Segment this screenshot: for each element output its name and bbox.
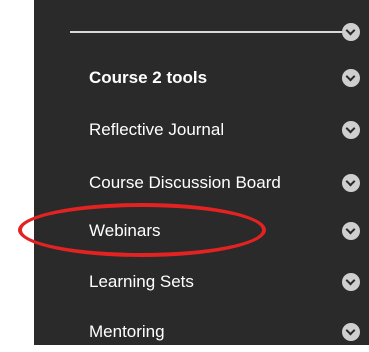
chevron-down-icon[interactable] bbox=[342, 273, 360, 291]
menu-item-course-discussion-board[interactable]: Course Discussion Board bbox=[0, 163, 369, 203]
chevron-down-icon[interactable] bbox=[342, 222, 360, 240]
chevron-down-icon[interactable] bbox=[342, 121, 360, 139]
menu-item-reflective-journal[interactable]: Reflective Journal bbox=[0, 110, 369, 150]
menu-item-learning-sets[interactable]: Learning Sets bbox=[0, 262, 369, 302]
menu-item-label: Webinars bbox=[89, 221, 161, 240]
menu-item-label: Learning Sets bbox=[89, 272, 194, 291]
menu-item-label: Reflective Journal bbox=[89, 120, 225, 139]
menu-item-course-2-tools[interactable]: Course 2 tools bbox=[0, 58, 369, 98]
menu-item-label: Mentoring bbox=[89, 322, 165, 341]
chevron-down-icon[interactable] bbox=[342, 69, 360, 87]
menu-item-label: Course 2 tools bbox=[89, 68, 208, 87]
menu-item-mentoring[interactable]: Mentoring bbox=[0, 312, 369, 352]
chevron-down-icon[interactable] bbox=[342, 174, 360, 192]
collapse-chevron-icon[interactable] bbox=[342, 23, 360, 41]
menu-divider bbox=[70, 31, 342, 33]
menu-item-label: Course Discussion Board bbox=[89, 173, 281, 192]
menu-item-webinars[interactable]: Webinars bbox=[0, 211, 369, 251]
chevron-down-icon[interactable] bbox=[342, 323, 360, 341]
